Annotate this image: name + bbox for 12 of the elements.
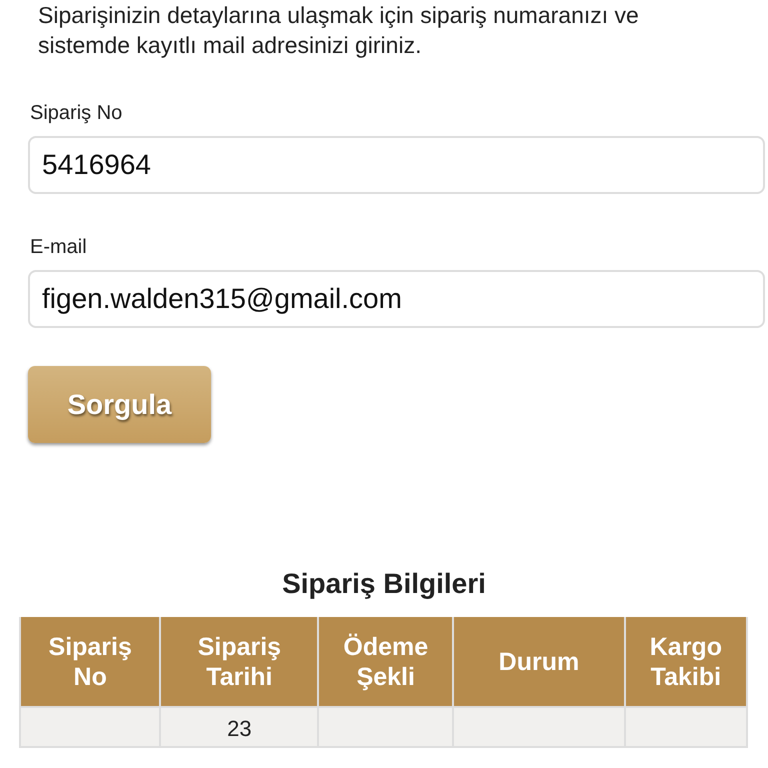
table-title: Sipariş Bilgileri — [281, 567, 487, 601]
column-header: Kargo Takibi — [624, 617, 747, 707]
field-label: E-mail — [30, 235, 88, 260]
table-cell: 23 — [227, 716, 252, 741]
column-header: Durum — [453, 617, 625, 707]
column-header: Ödeme Şekli — [318, 617, 454, 707]
field-label: Sipariş No — [30, 101, 124, 126]
input-field[interactable]: 5416964 — [28, 136, 765, 194]
input-field[interactable]: figen.walden315@gmail.com — [28, 270, 765, 328]
column-header: Sipariş Tarihi — [160, 617, 318, 707]
column-header: Sipariş No — [20, 617, 160, 707]
instruction-text: Siparişinizin detaylarına ulaşmak için sipariş numaranızı ve sistemde kayıtlı mail adresinizi giriniz. — [38, 1, 640, 60]
